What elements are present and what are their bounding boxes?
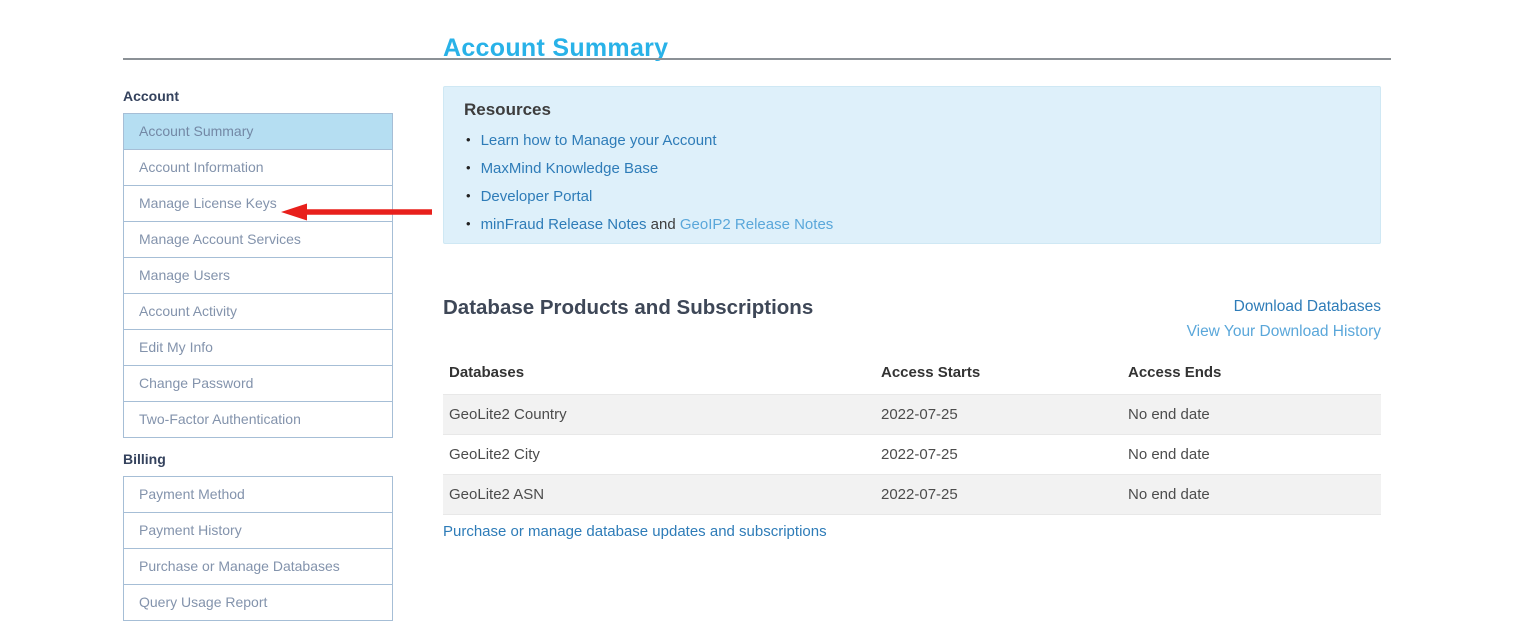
- sidebar-billing-list: Payment Method Payment History Purchase …: [123, 476, 393, 621]
- cell-database-name: GeoLite2 Country: [443, 394, 875, 435]
- link-geoip2-release-notes[interactable]: GeoIP2 Release Notes: [680, 216, 833, 233]
- link-purchase-manage-updates[interactable]: Purchase or manage database updates and …: [443, 523, 827, 540]
- sidebar-item-change-password[interactable]: Change Password: [123, 365, 393, 402]
- sidebar-item-manage-users[interactable]: Manage Users: [123, 257, 393, 294]
- sidebar-item-account-activity[interactable]: Account Activity: [123, 293, 393, 330]
- link-developer-portal[interactable]: Developer Portal: [481, 188, 593, 205]
- cell-database-name: GeoLite2 ASN: [443, 474, 875, 515]
- link-minfraud-release-notes[interactable]: minFraud Release Notes: [481, 216, 647, 233]
- resources-panel: Resources • Learn how to Manage your Acco…: [443, 86, 1381, 244]
- database-action-links: Download Databases View Your Download Hi…: [1187, 294, 1381, 344]
- cell-access-starts: 2022-07-25: [875, 434, 1122, 475]
- sidebar-item-purchase-or-manage-databases[interactable]: Purchase or Manage Databases: [123, 548, 393, 585]
- cell-access-starts: 2022-07-25: [875, 394, 1122, 435]
- resources-heading: Resources: [464, 100, 551, 119]
- list-item: • Developer Portal: [466, 188, 1360, 205]
- table-row: GeoLite2 Country 2022-07-25 No end date: [443, 394, 1381, 435]
- title-divider: [123, 58, 1391, 60]
- connector-text: and: [646, 216, 680, 233]
- cell-access-starts: 2022-07-25: [875, 474, 1122, 515]
- table-header: Databases Access Starts Access Ends: [443, 356, 1381, 395]
- table-row: GeoLite2 City 2022-07-25 No end date: [443, 434, 1381, 475]
- sidebar: Account Account Summary Account Informat…: [123, 88, 393, 634]
- sidebar-item-account-information[interactable]: Account Information: [123, 149, 393, 186]
- link-knowledge-base[interactable]: MaxMind Knowledge Base: [481, 160, 659, 177]
- cell-database-name: GeoLite2 City: [443, 434, 875, 475]
- column-header-access-ends: Access Ends: [1128, 364, 1222, 381]
- resources-list: • Learn how to Manage your Account • MaxMi…: [464, 132, 1360, 233]
- cell-access-ends: No end date: [1122, 394, 1381, 435]
- databases-table: Databases Access Starts Access Ends GeoL…: [443, 356, 1381, 515]
- list-item: • Learn how to Manage your Account: [466, 132, 1360, 149]
- cell-access-ends: No end date: [1122, 434, 1381, 475]
- sidebar-item-query-usage-report[interactable]: Query Usage Report: [123, 584, 393, 621]
- link-download-databases[interactable]: Download Databases: [1187, 294, 1381, 319]
- databases-section-heading: Database Products and Subscriptions: [443, 296, 814, 319]
- sidebar-item-payment-method[interactable]: Payment Method: [123, 476, 393, 513]
- cell-access-ends: No end date: [1122, 474, 1381, 515]
- table-row: GeoLite2 ASN 2022-07-25 No end date: [443, 474, 1381, 515]
- bullet-icon: •: [466, 132, 471, 147]
- databases-section-header: Database Products and Subscriptions Down…: [443, 294, 1381, 344]
- sidebar-item-edit-my-info[interactable]: Edit My Info: [123, 329, 393, 366]
- sidebar-item-payment-history[interactable]: Payment History: [123, 512, 393, 549]
- column-header-access-starts: Access Starts: [881, 364, 981, 381]
- link-view-download-history[interactable]: View Your Download History: [1187, 319, 1381, 344]
- column-header-databases: Databases: [449, 364, 525, 381]
- link-learn-manage-account[interactable]: Learn how to Manage your Account: [481, 132, 717, 149]
- sidebar-item-manage-license-keys[interactable]: Manage License Keys: [123, 185, 393, 222]
- sidebar-item-account-summary[interactable]: Account Summary: [123, 113, 393, 150]
- sidebar-heading-account: Account: [123, 88, 179, 104]
- sidebar-item-manage-account-services[interactable]: Manage Account Services: [123, 221, 393, 258]
- bullet-icon: •: [466, 188, 471, 203]
- sidebar-heading-billing: Billing: [123, 451, 166, 467]
- table-header-row: Databases Access Starts Access Ends: [443, 356, 1381, 395]
- sidebar-item-two-factor-authentication[interactable]: Two-Factor Authentication: [123, 401, 393, 438]
- list-item: • minFraud Release Notes and GeoIP2 Relea…: [466, 216, 1360, 233]
- bullet-icon: •: [466, 160, 471, 175]
- bullet-icon: •: [466, 216, 471, 231]
- list-item: • MaxMind Knowledge Base: [466, 160, 1360, 177]
- sidebar-account-list: Account Summary Account Information Mana…: [123, 113, 393, 438]
